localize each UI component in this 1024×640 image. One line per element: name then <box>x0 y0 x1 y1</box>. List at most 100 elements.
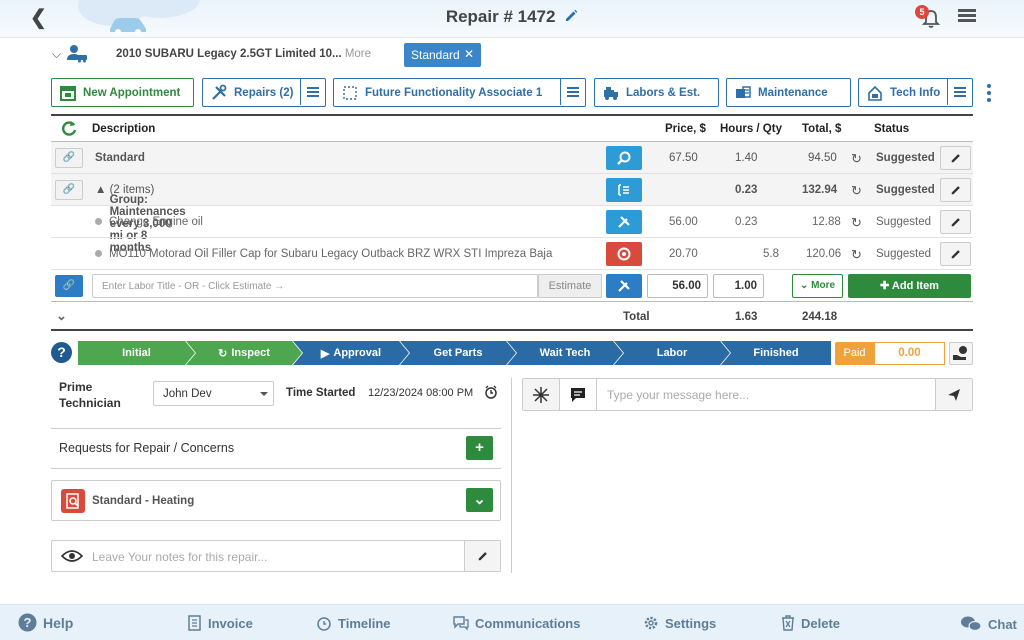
send-icon <box>948 388 960 401</box>
message-input[interactable]: Type your message here... <box>607 388 749 402</box>
payment-button[interactable] <box>949 342 973 365</box>
nav-timeline[interactable]: Timeline <box>316 615 391 631</box>
alarm-clock-icon[interactable] <box>484 385 498 399</box>
add-item-button[interactable]: ✚ Add Item <box>848 274 971 298</box>
help-icon[interactable]: ? <box>51 342 72 363</box>
status-refresh-icon[interactable]: ↻ <box>851 247 862 263</box>
part-button[interactable] <box>606 242 642 266</box>
step-labor[interactable]: Labor <box>614 341 730 365</box>
concern-item[interactable]: Standard - Heating ⌄ <box>51 480 501 521</box>
link-icon[interactable]: 🔗 <box>55 180 83 200</box>
link-icon[interactable]: 🔗 <box>55 275 83 297</box>
notes-placeholder: Leave Your notes for this repair... <box>92 550 268 564</box>
table-row: Change Engine oil 56.00 0.23 12.88 ↻ Sug… <box>51 206 973 238</box>
future-functionality-button[interactable]: Future Functionality Associate 1 <box>333 78 586 107</box>
step-label: Finished <box>753 347 799 359</box>
repairs-label: Repairs (2) <box>234 86 294 99</box>
step-label: Wait Tech <box>539 347 591 359</box>
tech-info-menu-icon[interactable] <box>947 79 972 105</box>
edit-notes-button[interactable] <box>464 541 500 571</box>
maintenance-button[interactable]: Maintenance <box>726 78 851 107</box>
nav-delete[interactable]: Delete <box>781 615 840 631</box>
page-title: Repair # 1472 <box>0 7 1024 27</box>
eye-icon[interactable] <box>61 549 83 563</box>
time-started-value: 12/23/2024 08:00 PM <box>368 387 474 399</box>
nav-invoice[interactable]: Invoice <box>187 615 253 631</box>
row-total: 132.94 <box>802 184 838 196</box>
group-list-button[interactable] <box>606 178 642 202</box>
collapse-chevron-icon[interactable]: ⌄ <box>56 308 67 324</box>
repairs-menu-icon[interactable] <box>300 79 325 105</box>
step-initial[interactable]: Initial <box>78 341 195 365</box>
send-button[interactable] <box>935 379 972 410</box>
step-label: Labor <box>656 347 688 359</box>
step-approval[interactable]: ▶ Approval <box>293 341 409 365</box>
vehicle-more-link[interactable]: More <box>345 48 371 60</box>
nav-communications[interactable]: Communications <box>453 615 580 631</box>
nav-help-label: Help <box>43 614 74 631</box>
remove-tag-icon[interactable]: ✕ <box>464 47 474 61</box>
labors-estimates-button[interactable]: Labors & Est. <box>594 78 719 107</box>
repairs-button[interactable]: Repairs (2) <box>202 78 326 107</box>
nav-help[interactable]: ? Help <box>18 613 73 632</box>
row-price: 20.70 <box>669 248 698 260</box>
labor-tools-button[interactable] <box>606 210 642 234</box>
hamburger-menu-icon[interactable] <box>958 9 976 25</box>
chevron-down-icon[interactable]: ⌵ <box>52 47 61 62</box>
repair-type-tag[interactable]: Standard ✕ <box>404 43 481 67</box>
link-icon[interactable]: 🔗 <box>55 148 83 168</box>
nav-delete-label: Delete <box>801 615 841 631</box>
invoice-icon <box>188 615 201 631</box>
expand-concern-button[interactable]: ⌄ <box>466 488 493 512</box>
chat-composer: Type your message here... <box>522 378 973 411</box>
future-menu-icon[interactable] <box>560 79 585 105</box>
step-get-parts[interactable]: Get Parts <box>400 341 516 365</box>
labor-title-input[interactable]: Enter Labor Title - OR - Click Estimate … <box>92 274 538 298</box>
status-refresh-icon[interactable]: ↻ <box>851 151 862 167</box>
edit-row-button[interactable] <box>940 210 971 234</box>
row-description: Standard <box>95 152 145 164</box>
add-request-button[interactable]: + <box>466 436 493 460</box>
list-icon <box>618 184 629 196</box>
nav-invoice-label: Invoice <box>208 615 253 631</box>
edit-title-icon[interactable] <box>564 9 578 23</box>
labor-tools-button[interactable] <box>606 274 642 298</box>
selection-icon <box>343 85 357 100</box>
price-input[interactable]: 56.00 <box>647 274 708 298</box>
labor-truck-icon <box>604 86 618 100</box>
refresh-table-icon[interactable] <box>60 119 78 137</box>
future-functionality-label: Future Functionality Associate 1 <box>365 86 543 99</box>
message-type-button[interactable] <box>560 379 597 410</box>
search-labor-button[interactable] <box>606 146 642 170</box>
tools-icon <box>212 84 227 100</box>
notes-field[interactable]: Leave Your notes for this repair... <box>51 540 501 572</box>
clock-icon <box>317 617 331 631</box>
customer-vehicle-icon[interactable] <box>66 44 88 64</box>
nav-settings[interactable]: Settings <box>643 615 716 631</box>
technician-select[interactable]: John Dev <box>153 381 274 406</box>
calendar-icon <box>60 85 76 101</box>
chat-bubbles-icon <box>961 616 982 632</box>
qty-input[interactable]: 1.00 <box>713 274 764 298</box>
more-options-icon[interactable] <box>987 84 991 105</box>
status-refresh-icon[interactable]: ↻ <box>851 215 862 231</box>
row-status: Suggested <box>876 152 935 164</box>
edit-row-button[interactable] <box>940 146 971 170</box>
total-label: Total <box>623 311 650 323</box>
row-hours: 1.40 <box>735 152 758 164</box>
tech-info-button[interactable]: Tech Info <box>858 78 973 107</box>
status-refresh-icon[interactable]: ↻ <box>851 183 862 199</box>
table-row: 🔗 Standard 67.50 1.40 94.50 ↻ Suggested <box>51 142 973 174</box>
step-wait-tech[interactable]: Wait Tech <box>507 341 623 365</box>
add-item-label: Add Item <box>891 280 939 292</box>
snowflake-button[interactable] <box>523 379 560 410</box>
maintenance-icon <box>736 85 751 98</box>
nav-chat[interactable]: Chat <box>960 615 1017 633</box>
edit-row-button[interactable] <box>940 178 971 202</box>
step-inspect[interactable]: ↻ Inspect <box>186 341 302 365</box>
estimate-button[interactable]: Estimate <box>538 274 602 298</box>
more-button[interactable]: ⌄ More <box>792 274 843 298</box>
step-finished[interactable]: Finished <box>721 341 831 365</box>
edit-row-button[interactable] <box>940 242 971 266</box>
new-appointment-button[interactable]: New Appointment <box>51 78 194 107</box>
